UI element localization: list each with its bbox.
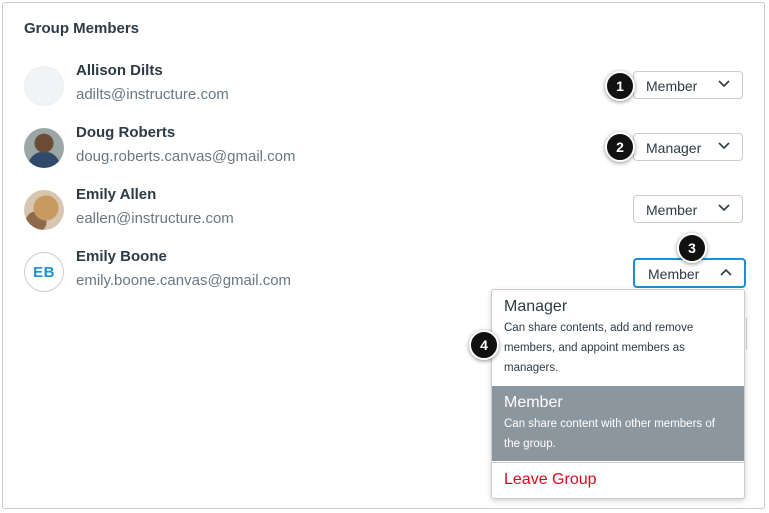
menu-divider xyxy=(492,462,744,463)
chevron-down-icon xyxy=(718,142,730,150)
role-menu: Manager Can share contents, add and remo… xyxy=(491,289,745,499)
member-name: Emily Allen xyxy=(76,186,157,203)
callout-badge-3: 3 xyxy=(677,233,707,263)
member-email: emily.boone.canvas@gmail.com xyxy=(76,272,292,289)
member-name: Emily Boone xyxy=(76,248,167,265)
member-email: doug.roberts.canvas@gmail.com xyxy=(76,148,296,165)
role-label: Manager xyxy=(646,140,702,156)
avatar-initials: EB xyxy=(24,252,64,292)
avatar xyxy=(24,66,64,106)
callout-badge-1: 1 xyxy=(605,71,635,101)
member-email: eallen@instructure.com xyxy=(76,210,234,227)
chevron-up-icon xyxy=(720,268,732,276)
option-title: Manager xyxy=(504,298,568,315)
role-option-leave-group[interactable]: Leave Group xyxy=(492,471,744,489)
callout-badge-2: 2 xyxy=(605,132,635,162)
option-title: Member xyxy=(504,394,563,411)
role-label: Member xyxy=(646,202,698,218)
option-description: Can share contents, add and remove membe… xyxy=(504,322,694,374)
option-description: Can share content with other members of … xyxy=(504,418,715,450)
chevron-down-icon xyxy=(718,80,730,88)
role-label: Member xyxy=(648,266,700,282)
role-option-member[interactable]: Member Can share content with other memb… xyxy=(492,386,744,461)
member-name: Allison Dilts xyxy=(76,62,163,79)
avatar xyxy=(24,190,64,230)
callout-badge-4: 4 xyxy=(469,330,499,360)
option-title: Leave Group xyxy=(504,471,597,488)
member-email: adilts@instructure.com xyxy=(76,86,229,103)
avatar xyxy=(24,128,64,168)
panel-title: Group Members xyxy=(24,20,140,37)
chevron-down-icon xyxy=(718,204,730,212)
role-dropdown-doug-roberts[interactable]: Manager xyxy=(633,133,743,161)
role-dropdown-emily-allen[interactable]: Member xyxy=(633,195,743,223)
role-label: Member xyxy=(646,78,698,94)
role-option-manager[interactable]: Manager Can share contents, add and remo… xyxy=(492,298,744,378)
member-name: Doug Roberts xyxy=(76,124,176,141)
role-dropdown-allison-dilts[interactable]: Member xyxy=(633,71,743,99)
